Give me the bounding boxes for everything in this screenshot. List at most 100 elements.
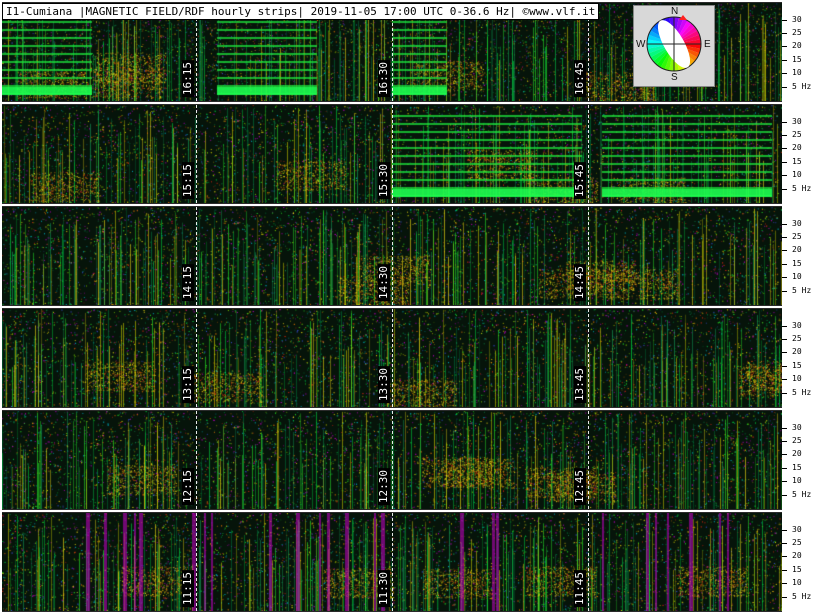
spectrogram-strip-11: 11:15 11:30 11:45 bbox=[2, 512, 782, 612]
frequency-tick bbox=[782, 392, 787, 394]
time-marker-label: 16:15 bbox=[181, 59, 194, 97]
frequency-tick bbox=[782, 86, 787, 88]
frequency-tick-label: 20 bbox=[792, 143, 802, 153]
quarter-hour-divider bbox=[196, 105, 197, 203]
time-marker-label: 15:30 bbox=[377, 161, 390, 199]
spectrogram-strip-12: 12:15 12:30 12:45 bbox=[2, 410, 782, 510]
frequency-tick bbox=[782, 237, 787, 239]
frequency-tick bbox=[782, 277, 787, 279]
time-marker-label: 13:30 bbox=[377, 365, 390, 403]
time-marker-label: 12:45 bbox=[573, 467, 586, 505]
frequency-tick-label: 10 bbox=[792, 374, 802, 384]
frequency-tick bbox=[782, 46, 787, 48]
frequency-tick-label: 5 Hz bbox=[792, 285, 812, 295]
quarter-hour-divider bbox=[392, 513, 393, 611]
quarter-hour-divider bbox=[588, 411, 589, 509]
frequency-tick-label: 10 bbox=[792, 476, 802, 486]
quarter-hour-divider bbox=[392, 309, 393, 407]
frequency-tick-label: 30 bbox=[792, 116, 802, 126]
frequency-tick-label: 30 bbox=[792, 218, 802, 228]
frequency-tick-label: 5 Hz bbox=[792, 81, 812, 91]
frequency-tick bbox=[782, 121, 787, 123]
spectrogram-figure: I1-Cumiana |MAGNETIC FIELD/RDF hourly st… bbox=[0, 0, 820, 614]
frequency-tick bbox=[782, 543, 787, 545]
frequency-tick bbox=[782, 135, 787, 137]
frequency-tick-label: 30 bbox=[792, 320, 802, 330]
frequency-tick-label: 20 bbox=[792, 449, 802, 459]
frequency-tick bbox=[782, 148, 787, 150]
frequency-tick-label: 30 bbox=[792, 524, 802, 534]
compass-west-label: W bbox=[636, 39, 646, 50]
frequency-tick-label: 25 bbox=[792, 538, 802, 548]
frequency-axis: 30 25 20 15 10 5 Hz bbox=[782, 2, 820, 100]
time-marker-label: 16:45 bbox=[573, 59, 586, 97]
frequency-tick bbox=[782, 250, 787, 252]
frequency-tick bbox=[782, 596, 787, 598]
time-marker-label: 13:15 bbox=[181, 365, 194, 403]
frequency-tick-label: 10 bbox=[792, 68, 802, 78]
frequency-axis: 30 25 20 15 10 5 Hz bbox=[782, 104, 820, 202]
frequency-tick bbox=[782, 441, 787, 443]
frequency-tick-label: 15 bbox=[792, 54, 802, 64]
quarter-hour-divider bbox=[588, 105, 589, 203]
frequency-tick bbox=[782, 325, 787, 327]
frequency-tick bbox=[782, 19, 787, 21]
frequency-tick-label: 5 Hz bbox=[792, 183, 812, 193]
figure-title: I1-Cumiana |MAGNETIC FIELD/RDF hourly st… bbox=[2, 3, 600, 20]
frequency-tick bbox=[782, 223, 787, 225]
frequency-axis: 30 25 20 15 10 5 Hz bbox=[782, 206, 820, 304]
frequency-tick bbox=[782, 175, 787, 177]
frequency-tick-label: 15 bbox=[792, 462, 802, 472]
frequency-tick-label: 5 Hz bbox=[792, 387, 812, 397]
frequency-tick-label: 15 bbox=[792, 564, 802, 574]
frequency-axis: 30 25 20 15 10 5 Hz bbox=[782, 308, 820, 406]
time-marker-label: 12:30 bbox=[377, 467, 390, 505]
frequency-tick bbox=[782, 188, 787, 190]
compass-east-label: E bbox=[704, 39, 711, 50]
frequency-tick bbox=[782, 352, 787, 354]
frequency-tick-label: 30 bbox=[792, 14, 802, 24]
time-marker-label: 14:45 bbox=[573, 263, 586, 301]
frequency-tick-label: 15 bbox=[792, 360, 802, 370]
time-marker-label: 12:15 bbox=[181, 467, 194, 505]
compass-south-label: S bbox=[671, 72, 678, 83]
frequency-tick-label: 10 bbox=[792, 170, 802, 180]
frequency-tick bbox=[782, 73, 787, 75]
time-marker-label: 16:30 bbox=[377, 59, 390, 97]
time-marker-label: 14:30 bbox=[377, 263, 390, 301]
frequency-tick bbox=[782, 59, 787, 61]
frequency-tick bbox=[782, 529, 787, 531]
frequency-tick-label: 15 bbox=[792, 258, 802, 268]
spectrogram-strip-15: 15:15 15:30 15:45 bbox=[2, 104, 782, 204]
time-marker-label: 11:15 bbox=[181, 569, 194, 607]
spectrogram-strip-14: 14:15 14:30 14:45 bbox=[2, 206, 782, 306]
frequency-tick-label: 20 bbox=[792, 41, 802, 51]
frequency-tick bbox=[782, 161, 787, 163]
frequency-tick-label: 20 bbox=[792, 347, 802, 357]
frequency-tick-label: 5 Hz bbox=[792, 489, 812, 499]
frequency-tick bbox=[782, 569, 787, 571]
time-marker-label: 13:45 bbox=[573, 365, 586, 403]
frequency-tick-label: 20 bbox=[792, 245, 802, 255]
frequency-tick-label: 25 bbox=[792, 436, 802, 446]
frequency-tick-label: 5 Hz bbox=[792, 591, 812, 601]
frequency-tick-label: 30 bbox=[792, 422, 802, 432]
quarter-hour-divider bbox=[196, 513, 197, 611]
frequency-axis: 30 25 20 15 10 5 Hz bbox=[782, 410, 820, 508]
frequency-tick bbox=[782, 481, 787, 483]
quarter-hour-divider bbox=[196, 207, 197, 305]
quarter-hour-divider bbox=[196, 411, 197, 509]
frequency-tick-label: 10 bbox=[792, 578, 802, 588]
quarter-hour-divider bbox=[588, 513, 589, 611]
frequency-tick-label: 25 bbox=[792, 334, 802, 344]
spectrogram-strip-13: 13:15 13:30 13:45 bbox=[2, 308, 782, 408]
frequency-tick bbox=[782, 454, 787, 456]
time-marker-label: 11:45 bbox=[573, 569, 586, 607]
direction-compass: N S E W bbox=[633, 5, 715, 87]
frequency-tick bbox=[782, 290, 787, 292]
time-marker-label: 11:30 bbox=[377, 569, 390, 607]
frequency-tick bbox=[782, 339, 787, 341]
frequency-tick-label: 25 bbox=[792, 28, 802, 38]
frequency-tick-label: 15 bbox=[792, 156, 802, 166]
frequency-tick bbox=[782, 33, 787, 35]
